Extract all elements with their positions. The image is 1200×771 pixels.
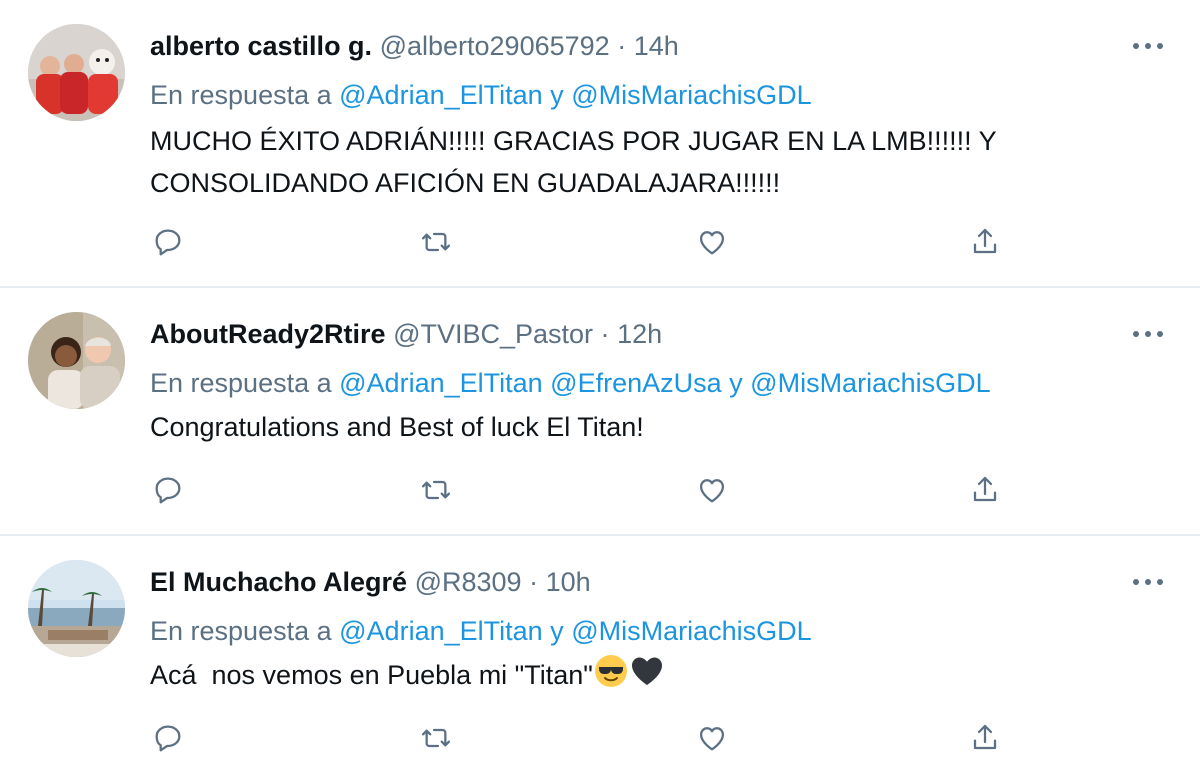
tweet-header: El Muchacho Alegré @R8309 · 10h: [150, 564, 591, 600]
reply-context: En respuesta a @Adrian_ElTitan y @MisMar…: [150, 613, 812, 649]
share-icon[interactable]: [963, 220, 1007, 264]
like-icon[interactable]: [690, 716, 734, 760]
tweet-3[interactable]: El Muchacho Alegré @R8309 · 10h En respu…: [0, 536, 1200, 771]
tweet-actions: [0, 468, 1200, 512]
handle[interactable]: @R8309: [415, 567, 522, 597]
reply-prefix: En respuesta a: [150, 616, 332, 646]
more-icon[interactable]: [1130, 28, 1166, 64]
mention-link[interactable]: @Adrian_ElTitan: [339, 80, 543, 110]
tweet-text: MUCHO ÉXITO ADRIÁN!!!!! GRACIAS POR JUGA…: [150, 120, 997, 204]
tweet-text-line: Acá nos vemos en Puebla mi "Titan": [150, 660, 593, 691]
like-icon[interactable]: [690, 468, 734, 512]
retweet-icon[interactable]: [414, 716, 458, 760]
tweet-text: Acá nos vemos en Puebla mi "Titan": [150, 653, 665, 701]
display-name[interactable]: alberto castillo g.: [150, 31, 372, 61]
avatar[interactable]: [28, 560, 125, 657]
mention-link[interactable]: @Adrian_ElTitan: [339, 368, 543, 398]
tweet-actions: [0, 220, 1200, 264]
display-name[interactable]: El Muchacho Alegré: [150, 567, 407, 597]
handle[interactable]: @alberto29065792: [380, 31, 610, 61]
separator: ·: [529, 567, 539, 597]
separator: ·: [600, 319, 610, 349]
reply-icon[interactable]: [146, 220, 190, 264]
tweet-text-line: CONSOLIDANDO AFICIÓN EN GUADALAJARA!!!!!…: [150, 168, 781, 198]
sunglasses-emoji-icon: [593, 653, 629, 701]
share-icon[interactable]: [963, 468, 1007, 512]
mention-link[interactable]: @MisMariachisGDL: [571, 616, 811, 646]
mention-link[interactable]: @EfrenAzUsa: [550, 368, 721, 398]
tweet-2[interactable]: AboutReady2Rtire @TVIBC_Pastor · 12h En …: [0, 288, 1200, 534]
avatar[interactable]: [28, 24, 125, 121]
more-icon[interactable]: [1130, 316, 1166, 352]
timestamp[interactable]: 12h: [617, 319, 662, 349]
reply-prefix: En respuesta a: [150, 368, 332, 398]
mention-link[interactable]: @MisMariachisGDL: [750, 368, 990, 398]
retweet-icon[interactable]: [414, 468, 458, 512]
mention-conjunction: y: [729, 368, 743, 398]
tweet-text: Congratulations and Best of luck El Tita…: [150, 406, 644, 448]
reply-context: En respuesta a @Adrian_ElTitan y @MisMar…: [150, 77, 812, 113]
retweet-icon[interactable]: [414, 220, 458, 264]
tweet-header: alberto castillo g. @alberto29065792 · 1…: [150, 28, 679, 64]
timestamp[interactable]: 10h: [546, 567, 591, 597]
timestamp[interactable]: 14h: [634, 31, 679, 61]
mention-link[interactable]: @Adrian_ElTitan: [339, 616, 543, 646]
reply-context: En respuesta a @Adrian_ElTitan @EfrenAzU…: [150, 365, 991, 401]
share-icon[interactable]: [963, 716, 1007, 760]
black-heart-emoji-icon: [629, 653, 665, 701]
tweet-1[interactable]: alberto castillo g. @alberto29065792 · 1…: [0, 0, 1200, 286]
tweet-actions: [0, 716, 1200, 760]
mention-conjunction: y: [550, 616, 564, 646]
reply-prefix: En respuesta a: [150, 80, 332, 110]
tweet-header: AboutReady2Rtire @TVIBC_Pastor · 12h: [150, 316, 662, 352]
more-icon[interactable]: [1130, 564, 1166, 600]
tweet-text-line: MUCHO ÉXITO ADRIÁN!!!!! GRACIAS POR JUGA…: [150, 126, 997, 156]
reply-icon[interactable]: [146, 468, 190, 512]
like-icon[interactable]: [690, 220, 734, 264]
separator: ·: [617, 31, 627, 61]
avatar[interactable]: [28, 312, 125, 409]
reply-icon[interactable]: [146, 716, 190, 760]
mention-conjunction: y: [550, 80, 564, 110]
display-name[interactable]: AboutReady2Rtire: [150, 319, 386, 349]
handle[interactable]: @TVIBC_Pastor: [393, 319, 593, 349]
reply-feed: alberto castillo g. @alberto29065792 · 1…: [0, 0, 1200, 771]
tweet-text-line: Congratulations and Best of luck El Tita…: [150, 412, 644, 442]
mention-link[interactable]: @MisMariachisGDL: [571, 80, 811, 110]
